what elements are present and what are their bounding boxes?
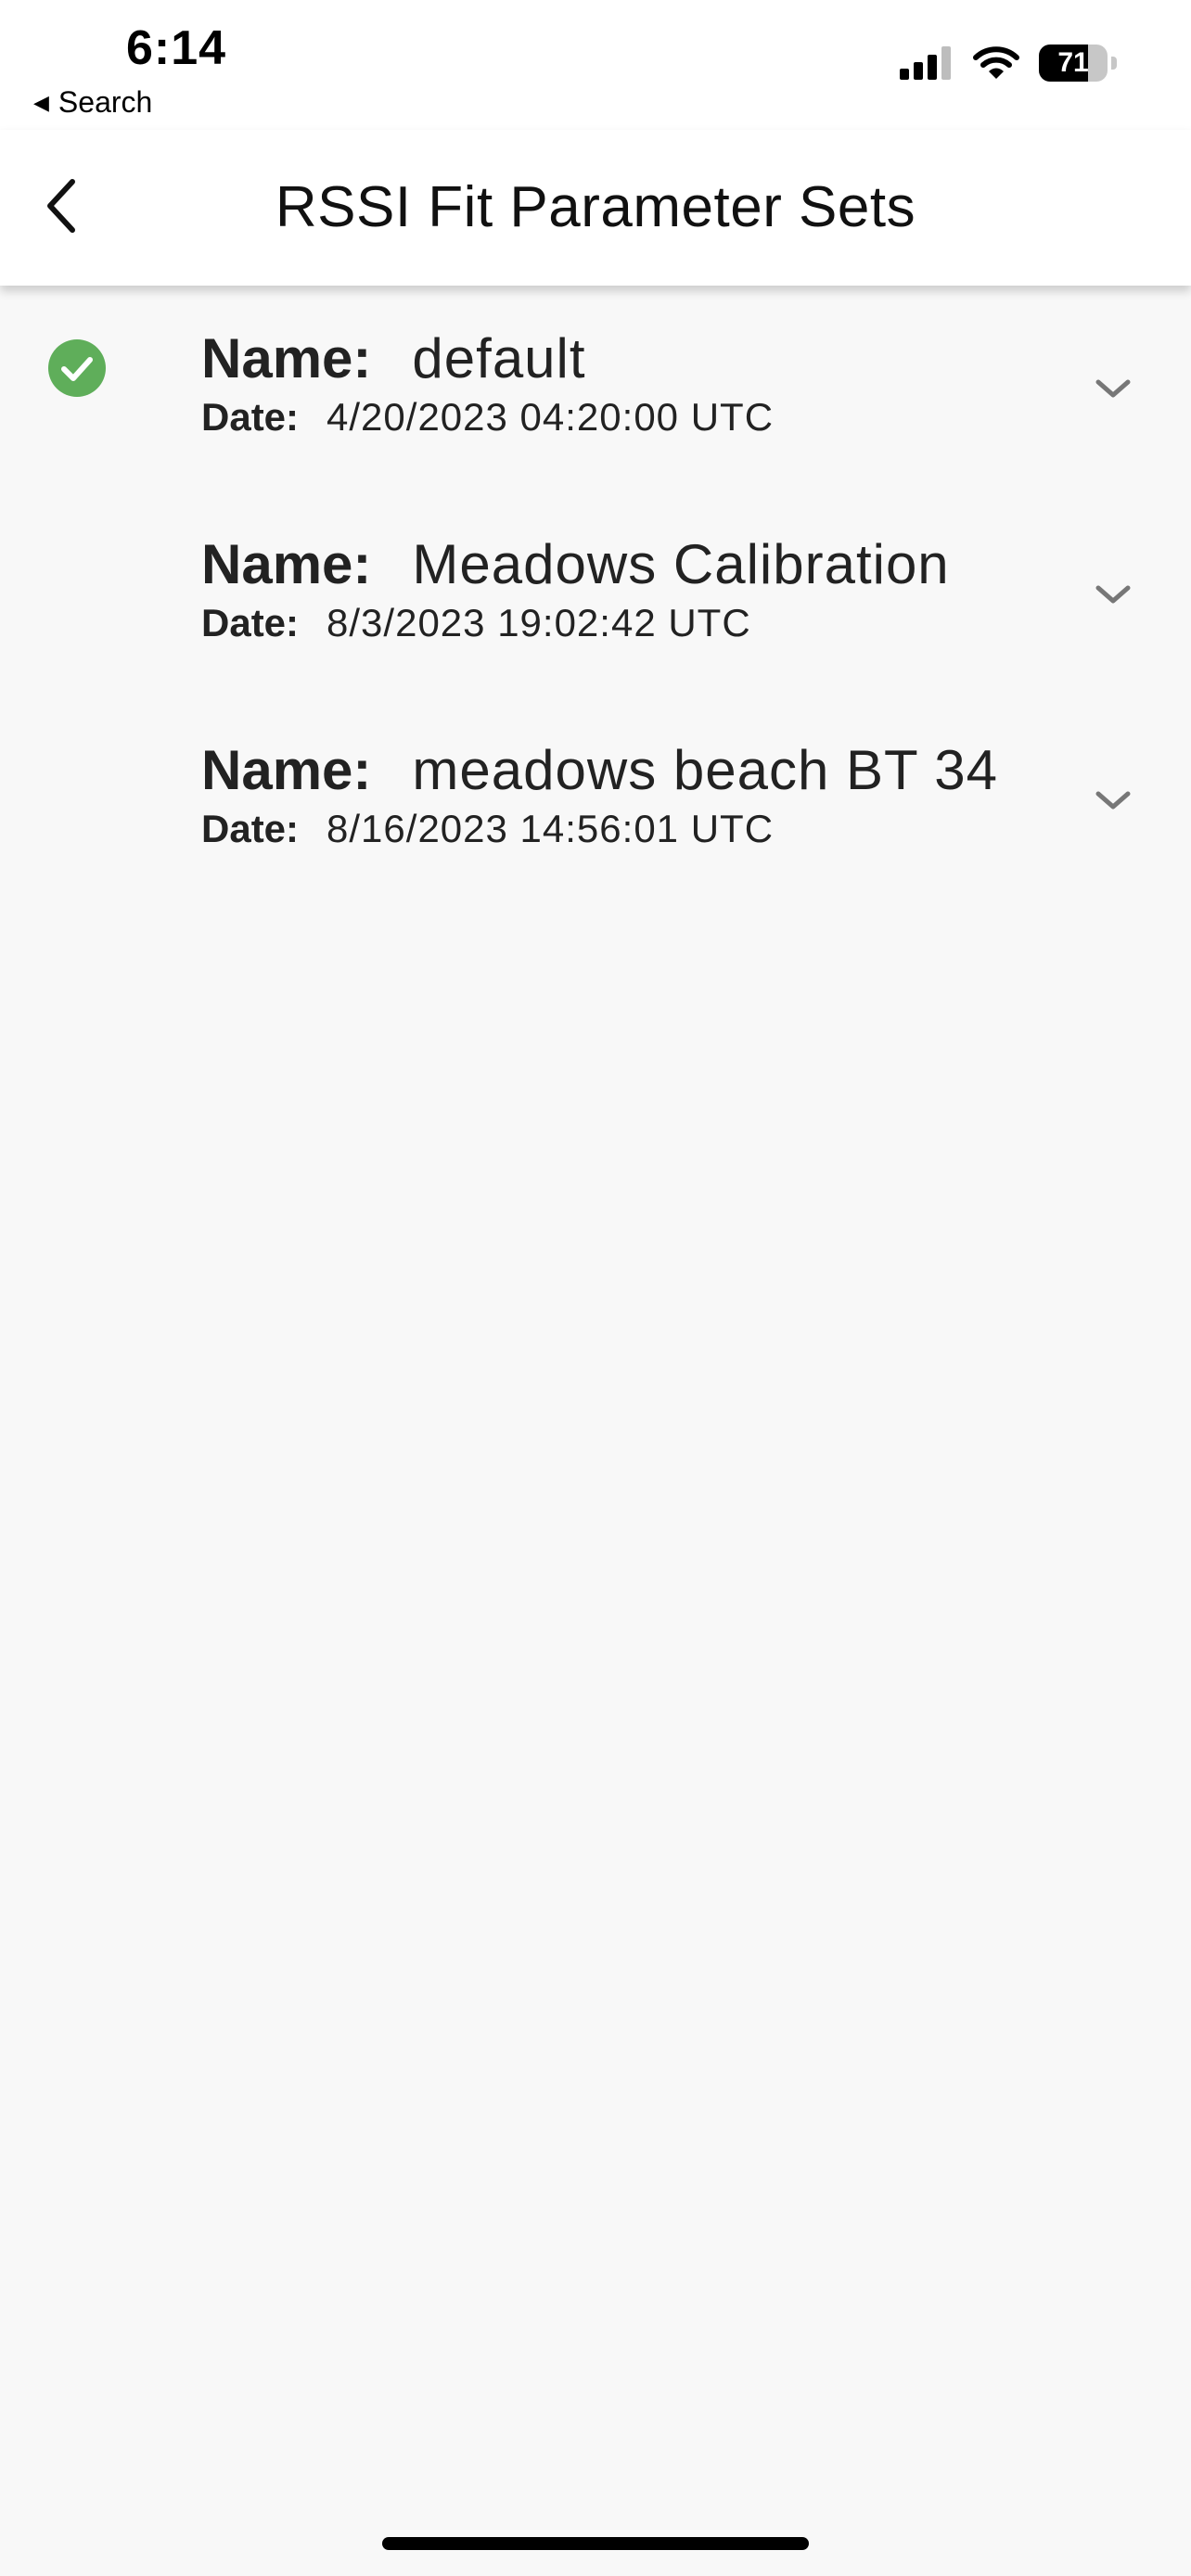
check-circle-icon bbox=[48, 339, 106, 397]
app-header: RSSI Fit Parameter Sets bbox=[0, 130, 1191, 286]
parameter-set-list: Name: default Date: 4/20/2023 04:20:00 UTC… bbox=[0, 286, 1191, 903]
cellular-signal-icon bbox=[900, 46, 951, 80]
name-label: Name: bbox=[201, 327, 372, 389]
battery-icon: 71 bbox=[1039, 45, 1108, 82]
chevron-down-icon[interactable] bbox=[1093, 375, 1133, 402]
item-name: Meadows Calibration bbox=[412, 533, 950, 595]
date-label: Date: bbox=[201, 601, 300, 644]
item-date-row: Date: 8/3/2023 19:02:42 UTC bbox=[201, 601, 751, 645]
name-label: Name: bbox=[201, 739, 372, 801]
back-triangle-icon: ◀ bbox=[33, 90, 49, 114]
status-time: 6:14 bbox=[126, 21, 227, 75]
item-name-row: Name: Meadows Calibration bbox=[201, 532, 950, 596]
chevron-down-icon[interactable] bbox=[1093, 786, 1133, 814]
item-date: 8/3/2023 19:02:42 UTC bbox=[327, 601, 751, 644]
item-date: 8/16/2023 14:56:01 UTC bbox=[327, 807, 775, 850]
wifi-icon bbox=[973, 46, 1019, 79]
item-date: 4/20/2023 04:20:00 UTC bbox=[327, 395, 775, 439]
home-indicator[interactable] bbox=[382, 2537, 809, 2550]
battery-tip bbox=[1111, 57, 1117, 70]
chevron-down-icon[interactable] bbox=[1093, 580, 1133, 608]
back-to-app-label: Search bbox=[58, 85, 153, 119]
item-name-row: Name: meadows beach BT 34 bbox=[201, 738, 998, 802]
item-date-row: Date: 8/16/2023 14:56:01 UTC bbox=[201, 807, 774, 851]
item-date-row: Date: 4/20/2023 04:20:00 UTC bbox=[201, 395, 774, 440]
date-label: Date: bbox=[201, 395, 300, 439]
item-name: meadows beach BT 34 bbox=[412, 739, 999, 801]
page-title: RSSI Fit Parameter Sets bbox=[275, 175, 916, 239]
status-bar: 6:14 ◀ Search 71 bbox=[0, 0, 1191, 130]
back-to-app-link[interactable]: ◀ Search bbox=[33, 85, 152, 120]
status-icons: 71 bbox=[900, 45, 1117, 82]
list-item[interactable]: Name: Meadows Calibration Date: 8/3/2023 1… bbox=[0, 491, 1191, 697]
list-item[interactable]: Name: default Date: 4/20/2023 04:20:00 UTC bbox=[0, 286, 1191, 491]
list-item[interactable]: Name: meadows beach BT 34 Date: 8/16/2023 … bbox=[0, 697, 1191, 903]
battery-level: 71 bbox=[1057, 47, 1089, 78]
date-label: Date: bbox=[201, 807, 300, 850]
item-name-row: Name: default bbox=[201, 326, 586, 390]
item-name: default bbox=[412, 327, 586, 389]
name-label: Name: bbox=[201, 533, 372, 595]
